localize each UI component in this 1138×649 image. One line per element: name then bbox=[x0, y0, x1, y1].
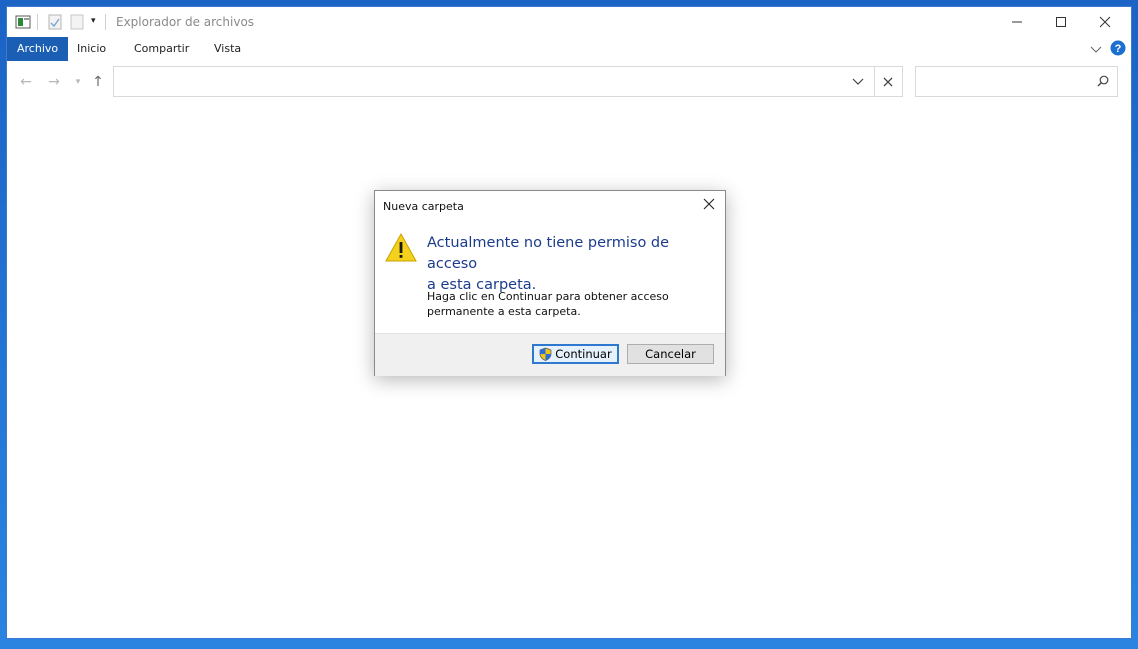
clear-address-button[interactable] bbox=[873, 66, 903, 97]
dialog-content-text: Haga clic en Continuar para obtener acce… bbox=[427, 289, 717, 319]
up-arrow-icon[interactable]: ↑ bbox=[89, 73, 107, 91]
properties-icon[interactable] bbox=[48, 14, 62, 30]
back-arrow-icon[interactable]: ← bbox=[17, 73, 35, 91]
title-bar: ▾ Explorador de archivos bbox=[7, 7, 1131, 37]
expand-ribbon-icon[interactable] bbox=[1090, 45, 1102, 55]
warning-icon bbox=[385, 232, 417, 262]
divider bbox=[37, 14, 38, 30]
search-icon[interactable] bbox=[1097, 75, 1109, 87]
close-window-button[interactable] bbox=[1083, 7, 1127, 37]
ribbon-tabs: Archivo Inicio Compartir Vista bbox=[7, 37, 1131, 61]
content-line: permanente a esta carpeta. bbox=[427, 305, 581, 318]
permission-dialog: Nueva carpeta Actualmente no tiene permi… bbox=[374, 190, 726, 376]
forward-arrow-icon[interactable]: → bbox=[45, 73, 63, 91]
close-icon bbox=[1099, 16, 1111, 28]
tab-compartir[interactable]: Compartir bbox=[124, 37, 199, 61]
uac-shield-icon bbox=[539, 347, 552, 361]
svg-text:?: ? bbox=[1115, 43, 1122, 55]
continue-label: Continuar bbox=[555, 347, 612, 361]
window-title: Explorador de archivos bbox=[116, 15, 255, 29]
cancel-button[interactable]: Cancelar bbox=[627, 344, 714, 364]
help-icon[interactable]: ? bbox=[1110, 40, 1126, 56]
tab-archivo[interactable]: Archivo bbox=[7, 37, 69, 61]
minimize-icon bbox=[1012, 21, 1022, 23]
recent-locations-icon[interactable]: ▾ bbox=[69, 73, 87, 91]
maximize-icon bbox=[1056, 17, 1066, 27]
content-line: Haga clic en Continuar para obtener acce… bbox=[427, 290, 669, 303]
divider bbox=[105, 14, 106, 30]
customize-quick-access-icon[interactable]: ▾ bbox=[91, 16, 96, 32]
search-input[interactable] bbox=[915, 66, 1118, 97]
dialog-footer: Continuar Cancelar bbox=[375, 333, 725, 376]
dialog-title: Nueva carpeta bbox=[383, 200, 464, 213]
dialog-close-button[interactable] bbox=[699, 195, 719, 215]
explorer-app-icon[interactable] bbox=[15, 14, 31, 30]
tab-vista[interactable]: Vista bbox=[204, 37, 251, 61]
address-dropdown-icon[interactable] bbox=[852, 77, 864, 87]
tab-inicio[interactable]: Inicio bbox=[67, 37, 116, 61]
minimize-button[interactable] bbox=[995, 7, 1039, 37]
main-instruction-line: Actualmente no tiene permiso de acceso bbox=[427, 235, 670, 272]
cancel-label: Cancelar bbox=[645, 347, 696, 361]
dialog-main-instruction: Actualmente no tiene permiso de acceso a… bbox=[427, 233, 717, 296]
close-icon bbox=[703, 198, 715, 210]
close-icon bbox=[883, 77, 892, 86]
maximize-button[interactable] bbox=[1039, 7, 1083, 37]
address-bar[interactable] bbox=[113, 66, 875, 97]
continue-button[interactable]: Continuar bbox=[532, 344, 619, 364]
new-folder-icon[interactable] bbox=[70, 14, 84, 30]
